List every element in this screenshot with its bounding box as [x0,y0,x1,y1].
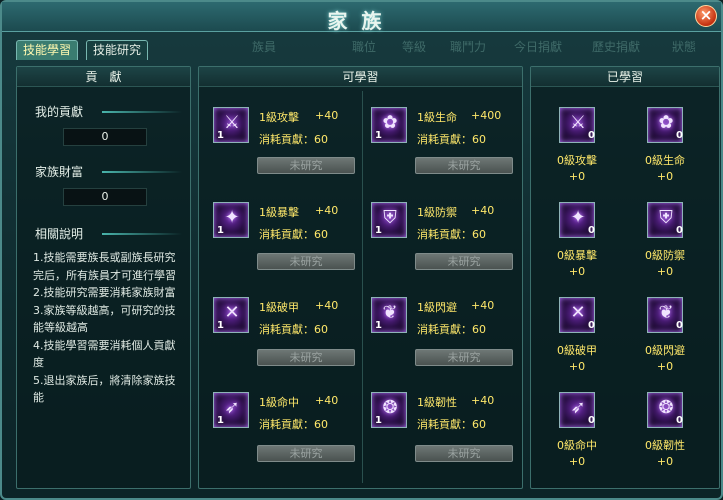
pierce-skill-icon[interactable]: ✕ 1 [213,297,249,333]
skill-cost: 消耗貢獻：60 [417,323,486,336]
learned-skill-label: 0級閃避 +0 [645,344,685,373]
skill-name: 1級閃避 [417,301,457,314]
learned-skill-label: 0級破甲 +0 [557,344,597,373]
skill-name: 1級生命 [417,111,457,124]
col-today-donation[interactable]: 今日捐獻 [514,38,562,55]
window-title: 家族 [327,9,396,33]
col-power[interactable]: 職鬥力 [450,38,486,55]
note-item: 4.技能學習需要消耗個人貢獻度 [33,338,176,370]
skill-cost: 消耗貢獻：60 [259,133,328,146]
col-level[interactable]: 等級 [402,38,426,55]
skill-cost: 消耗貢獻：60 [259,418,328,431]
skill-bonus: +40 [471,204,495,217]
dodge-skill-icon[interactable]: ❦ 0 [647,297,683,333]
family-wealth-label: 家族財富 [35,165,84,179]
label-underline [102,171,182,173]
pierce-skill-icon[interactable]: ✕ 0 [559,297,595,333]
contribution-panel: 貢 獻 我的貢獻 0 家族財富 0 相關說明 1.技能需要族長或副族長研究完后，… [16,66,191,489]
toughness-skill-icon[interactable]: ❂ 1 [371,392,407,428]
skill-cost: 消耗貢獻：60 [417,133,486,146]
notes-label: 相關說明 [35,227,84,241]
note-item: 1.技能需要族長或副族長研究完后，所有族員才可進行學習 [33,251,176,282]
attack-skill-icon[interactable]: ⚔ 1 [213,107,249,143]
close-button[interactable]: × [695,5,717,27]
learnable-panel: 可學習 ⚔ 1 1級攻擊 +40 消耗貢獻：60 未研究 ✿ 1 1級生命 +400… [198,66,523,489]
skill-name: 1級暴擊 [259,206,299,219]
skill-name: 1級命中 [259,396,299,409]
research-button[interactable]: 未研究 [415,445,513,462]
learned-skill-label: 0級生命 +0 [645,154,685,183]
column-divider [362,91,363,483]
label-underline [102,111,182,113]
learned-panel-title: 已學習 [531,67,719,87]
attack-skill-icon[interactable]: ⚔ 0 [559,107,595,143]
skill-name: 1級破甲 [259,301,299,314]
crit-skill-icon[interactable]: ✦ 0 [559,202,595,238]
research-button[interactable]: 未研究 [257,157,355,174]
skill-cost: 消耗貢獻：60 [259,323,328,336]
note-item: 3.家族等級越高，可研究的技能等級越高 [33,303,176,335]
col-position[interactable]: 職位 [352,38,376,55]
note-item: 5.退出家族后，將清除家族技能 [33,373,176,405]
crit-skill-icon[interactable]: ✦ 1 [213,202,249,238]
family-window: 家族 × 技能學習 技能研究 族員 職位 等級 職鬥力 今日捐獻 歷史捐獻 狀態… [0,0,723,500]
research-button[interactable]: 未研究 [257,445,355,462]
skill-cost: 消耗貢獻：60 [417,228,486,241]
defense-skill-icon[interactable]: ⛨ 1 [371,202,407,238]
skill-bonus: +40 [315,394,339,407]
skill-bonus: +40 [315,299,339,312]
notes-list: 1.技能需要族長或副族長研究完后，所有族員才可進行學習 2.技能研究需要消耗家族… [33,249,185,407]
col-member[interactable]: 族員 [252,38,276,55]
defense-skill-icon[interactable]: ⛨ 0 [647,202,683,238]
dodge-skill-icon[interactable]: ❦ 1 [371,297,407,333]
col-history-donation[interactable]: 歷史捐獻 [592,38,640,55]
title-bar: 家族 × [2,2,721,33]
tab-skill-learning[interactable]: 技能學習 [16,40,79,60]
label-underline [102,233,182,235]
skill-bonus: +400 [471,109,502,122]
tab-skill-research[interactable]: 技能研究 [86,40,149,60]
research-button[interactable]: 未研究 [415,253,513,270]
skill-bonus: +40 [471,299,495,312]
skill-name: 1級韌性 [417,396,457,409]
life-skill-icon[interactable]: ✿ 0 [647,107,683,143]
research-button[interactable]: 未研究 [257,349,355,366]
learnable-panel-title: 可學習 [199,67,522,87]
contribution-panel-title: 貢 獻 [17,67,190,87]
skill-bonus: +40 [315,109,339,122]
research-button[interactable]: 未研究 [257,253,355,270]
skill-name: 1級防禦 [417,206,457,219]
skill-cost: 消耗貢獻：60 [417,418,486,431]
skill-cost: 消耗貢獻：60 [259,228,328,241]
my-contribution-label: 我的貢獻 [35,105,84,119]
skill-bonus: +40 [471,394,495,407]
learned-panel: 已學習 ⚔ 0 0級攻擊 +0 ✿ 0 0級生命 +0 ✦ 0 0級暴擊 +0 ⛨ 0 0級防… [530,66,720,489]
hit-skill-icon[interactable]: ➶ 0 [559,392,595,428]
col-status[interactable]: 狀態 [672,38,696,55]
skill-name: 1級攻擊 [259,111,299,124]
learned-skill-label: 0級命中 +0 [557,439,597,468]
skill-bonus: +40 [315,204,339,217]
my-contribution-value: 0 [63,128,147,146]
learned-skill-label: 0級防禦 +0 [645,249,685,278]
life-skill-icon[interactable]: ✿ 1 [371,107,407,143]
note-item: 2.技能研究需要消耗家族財富 [33,286,176,299]
family-wealth-value: 0 [63,188,147,206]
research-button[interactable]: 未研究 [415,349,513,366]
learned-skill-label: 0級韌性 +0 [645,439,685,468]
hit-skill-icon[interactable]: ➶ 1 [213,392,249,428]
learned-skill-label: 0級攻擊 +0 [557,154,597,183]
member-columns-header: 族員 職位 等級 職鬥力 今日捐獻 歷史捐獻 狀態 [202,38,722,56]
research-button[interactable]: 未研究 [415,157,513,174]
toughness-skill-icon[interactable]: ❂ 0 [647,392,683,428]
learned-skill-label: 0級暴擊 +0 [557,249,597,278]
